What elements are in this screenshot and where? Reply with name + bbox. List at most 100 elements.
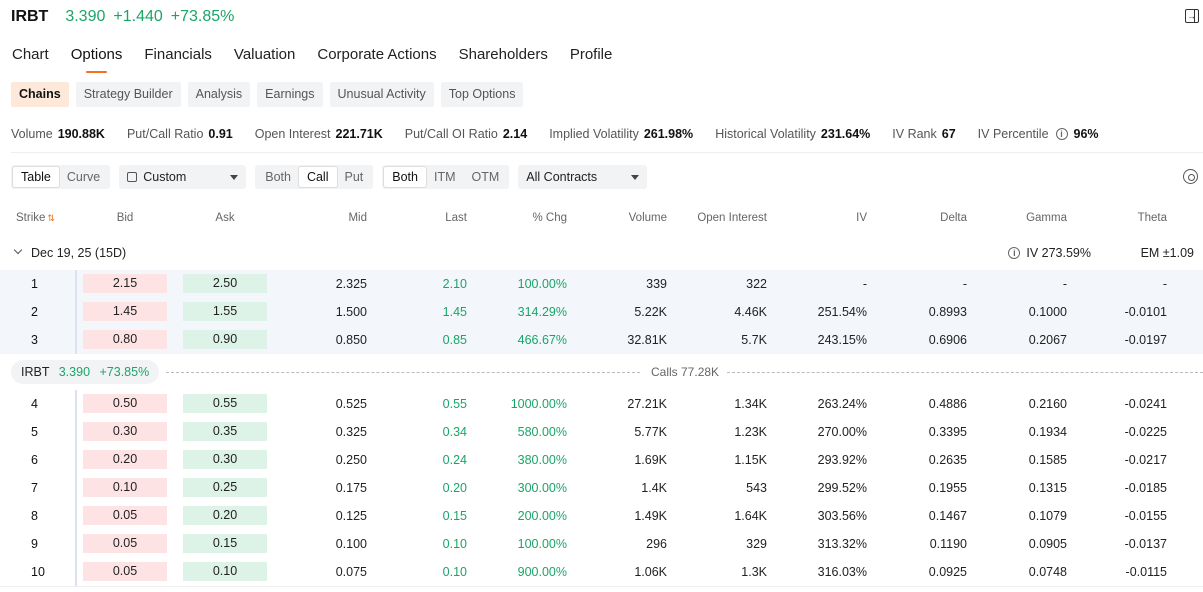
strike-cell: 3 <box>31 333 38 347</box>
ask-cell[interactable]: 0.35 <box>183 422 267 441</box>
stat-value: 221.71K <box>335 127 383 141</box>
info-icon[interactable]: i <box>1055 128 1068 140</box>
subtab-strategy-builder[interactable]: Strategy Builder <box>75 82 181 107</box>
ask-cell[interactable]: 0.55 <box>183 394 267 413</box>
side-both-option[interactable]: Both <box>257 167 299 187</box>
row-divider <box>75 390 77 418</box>
view-curve-option[interactable]: Curve <box>59 167 108 187</box>
ask-cell[interactable]: 0.30 <box>183 450 267 469</box>
bid-cell[interactable]: 0.20 <box>83 450 167 469</box>
strike-cell: 1 <box>31 277 38 291</box>
table-row[interactable]: 8 0.05 0.20 0.125 0.15 200.00% 1.49K 1.64K 303.5… <box>0 502 1203 530</box>
stat-label: Open Interest <box>254 127 331 141</box>
iv-cell: 263.24% <box>817 397 867 411</box>
contracts-value: All Contracts <box>526 170 598 184</box>
bid-cell[interactable]: 2.15 <box>83 274 167 293</box>
theta-cell: -0.0197 <box>1124 333 1167 347</box>
stat-label: Historical Volatility <box>715 127 816 141</box>
col-gamma: Gamma <box>1026 212 1067 224</box>
col-strike[interactable]: Strike ⇅ <box>16 212 55 224</box>
last-cell: 0.55 <box>442 397 467 411</box>
bid-cell[interactable]: 0.05 <box>83 562 167 581</box>
bid-cell[interactable]: 0.05 <box>83 506 167 525</box>
open-interest-cell: 1.64K <box>734 509 767 523</box>
info-icon[interactable]: i <box>1008 247 1021 259</box>
side-call-option[interactable]: Call <box>298 167 337 187</box>
ask-cell[interactable]: 0.10 <box>183 562 267 581</box>
volume-cell: 27.21K <box>627 397 667 411</box>
expand-icon[interactable]: → <box>1185 9 1199 23</box>
stat-iv-percentile: IV Percentile i 96% <box>978 127 1099 141</box>
ask-cell[interactable]: 0.90 <box>183 330 267 349</box>
table-row[interactable]: 3 0.80 0.90 0.850 0.85 466.67% 32.81K 5.7K 243.1… <box>0 326 1203 354</box>
tab-financials[interactable]: Financials <box>144 45 212 67</box>
ask-cell[interactable]: 2.50 <box>183 274 267 293</box>
chevron-down-icon <box>631 174 640 180</box>
last-cell: 0.10 <box>442 565 467 579</box>
volume-cell: 1.4K <box>641 481 667 495</box>
stat-iv-rank: IV Rank 67 <box>892 127 955 141</box>
chain-toolbar: Table Curve Custom Both Call Put Both IT… <box>11 165 656 189</box>
tab-profile[interactable]: Profile <box>570 45 613 67</box>
tab-corporate-actions[interactable]: Corporate Actions <box>317 45 436 67</box>
strategy-dropdown[interactable]: Custom <box>119 165 247 189</box>
settings-gear-icon[interactable] <box>1183 169 1198 184</box>
table-row[interactable]: 5 0.30 0.35 0.325 0.34 580.00% 5.77K 1.23K 270.0… <box>0 418 1203 446</box>
tab-chart[interactable]: Chart <box>12 45 49 67</box>
money-itm-option[interactable]: ITM <box>426 167 464 187</box>
mid-cell: 2.325 <box>335 277 367 291</box>
table-row[interactable]: 9 0.05 0.15 0.100 0.10 100.00% 296 329 313.32% 0.… <box>0 530 1203 558</box>
tab-valuation[interactable]: Valuation <box>234 45 295 67</box>
chevron-down-icon[interactable] <box>13 245 23 255</box>
bid-cell[interactable]: 0.10 <box>83 478 167 497</box>
ask-cell[interactable]: 0.20 <box>183 506 267 525</box>
subtab-chains[interactable]: Chains <box>11 82 69 107</box>
view-table-option[interactable]: Table <box>13 167 59 187</box>
money-otm-option[interactable]: OTM <box>464 167 508 187</box>
bid-cell[interactable]: 0.50 <box>83 394 167 413</box>
volume-cell: 1.06K <box>634 565 667 579</box>
moneyness-toggle: Both ITM OTM <box>382 165 510 189</box>
ask-cell[interactable]: 1.55 <box>183 302 267 321</box>
col-strike-label: Strike <box>16 212 46 224</box>
bid-cell[interactable]: 0.05 <box>83 534 167 553</box>
tab-shareholders[interactable]: Shareholders <box>459 45 548 67</box>
delta-cell: - <box>962 277 967 291</box>
calls-volume-label: Calls 77.28K <box>651 365 720 379</box>
table-row[interactable]: 4 0.50 0.55 0.525 0.55 1000.00% 27.21K 1.34K 263… <box>0 390 1203 418</box>
table-row[interactable]: 1 2.15 2.50 2.325 2.10 100.00% 339 322 - - - - <box>0 270 1203 298</box>
contracts-dropdown[interactable]: All Contracts <box>518 165 648 189</box>
row-divider <box>75 418 77 446</box>
open-interest-cell: 329 <box>746 537 767 551</box>
money-both-option[interactable]: Both <box>384 167 426 187</box>
subtab-top-options[interactable]: Top Options <box>440 82 524 107</box>
subtab-analysis[interactable]: Analysis <box>187 82 251 107</box>
row-divider <box>75 502 77 530</box>
tab-options[interactable]: Options <box>71 45 122 73</box>
expiry-group-header[interactable]: Dec 19, 25 (15D) i IV 273.59% EM ±1.09 <box>0 243 1203 263</box>
stat-value: 2.14 <box>502 127 528 141</box>
bid-cell[interactable]: 0.30 <box>83 422 167 441</box>
table-row[interactable]: 10 0.05 0.10 0.075 0.10 900.00% 1.06K 1.3K 316.0… <box>0 558 1203 586</box>
strike-cell: 9 <box>31 537 38 551</box>
subtab-unusual-activity[interactable]: Unusual Activity <box>329 82 434 107</box>
mid-cell: 0.175 <box>335 481 367 495</box>
bid-cell[interactable]: 0.80 <box>83 330 167 349</box>
mid-cell: 0.125 <box>335 509 367 523</box>
theta-cell: -0.0115 <box>1125 565 1167 579</box>
stat-open-interest: Open Interest 221.71K <box>255 127 383 141</box>
ask-cell[interactable]: 0.25 <box>183 478 267 497</box>
row-divider <box>75 474 77 502</box>
pct-chg-cell: 580.00% <box>517 425 567 439</box>
subtab-earnings[interactable]: Earnings <box>257 82 323 107</box>
stat-value: 0.91 <box>208 127 233 141</box>
table-row[interactable]: 6 0.20 0.30 0.250 0.24 380.00% 1.69K 1.15K 293.9… <box>0 446 1203 474</box>
col-volume: Volume <box>628 212 667 224</box>
bid-cell[interactable]: 1.45 <box>83 302 167 321</box>
table-row[interactable]: 7 0.10 0.25 0.175 0.20 300.00% 1.4K 543 299.52% 0… <box>0 474 1203 502</box>
side-put-option[interactable]: Put <box>337 167 372 187</box>
delta-cell: 0.1467 <box>928 509 967 523</box>
ask-cell[interactable]: 0.15 <box>183 534 267 553</box>
mid-cell: 0.250 <box>335 453 367 467</box>
table-row[interactable]: 2 1.45 1.55 1.500 1.45 314.29% 5.22K 4.46K 251.5… <box>0 298 1203 326</box>
